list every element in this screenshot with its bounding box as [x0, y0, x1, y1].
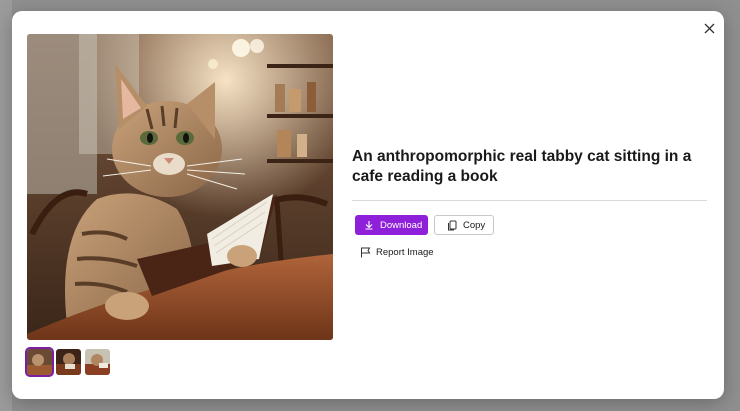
download-button[interactable]: Download	[355, 215, 428, 235]
copy-button[interactable]: Copy	[434, 215, 494, 235]
thumbnail-strip	[25, 347, 110, 377]
download-label: Download	[380, 219, 423, 231]
copy-label: Copy	[463, 219, 486, 231]
report-label: Report Image	[376, 247, 434, 258]
report-image-button[interactable]: Report Image	[360, 247, 434, 258]
divider	[352, 200, 707, 201]
thumbnail-3[interactable]	[85, 349, 110, 375]
close-button[interactable]	[700, 19, 718, 37]
close-icon	[704, 23, 714, 33]
image-details-modal: An anthropomorphic real tabby cat sittin…	[12, 11, 724, 399]
generated-image	[27, 34, 333, 340]
image-prompt-title: An anthropomorphic real tabby cat sittin…	[352, 148, 692, 185]
backdrop-panel	[0, 0, 12, 411]
copy-icon	[448, 220, 457, 230]
flag-icon	[361, 247, 371, 258]
thumbnail-1[interactable]	[25, 347, 54, 377]
download-icon	[365, 221, 373, 230]
thumbnail-2[interactable]	[56, 349, 81, 375]
